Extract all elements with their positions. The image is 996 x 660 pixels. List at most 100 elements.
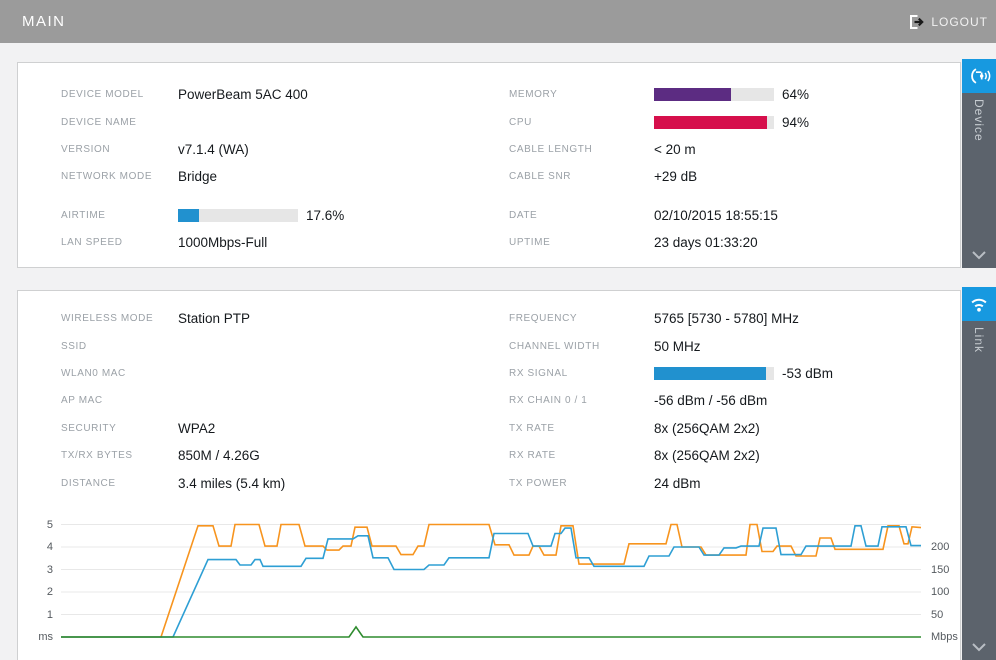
info-row: CABLE SNR +29 dB xyxy=(509,163,954,190)
info-row: RX CHAIN 0 / 1 -56 dBm / -56 dBm xyxy=(509,387,954,414)
info-row: WIRELESS MODE Station PTP xyxy=(61,305,491,332)
row-label: CPU xyxy=(509,116,532,128)
progress-bar xyxy=(178,208,298,222)
row-value: 94% xyxy=(782,114,810,130)
left-axis-label: 1 xyxy=(46,608,53,621)
row-label: DISTANCE xyxy=(61,477,116,489)
row-value: PowerBeam 5AC 400 xyxy=(178,87,308,103)
row-value: 02/10/2015 18:55:15 xyxy=(654,207,778,223)
page-title: MAIN xyxy=(22,13,66,30)
collapse-link-chevron-icon[interactable] xyxy=(971,642,987,652)
left-axis-label: 4 xyxy=(46,541,53,553)
progress-bar xyxy=(654,366,774,380)
row-label: TX POWER xyxy=(509,477,568,489)
row-value: 23 days 01:33:20 xyxy=(654,235,758,251)
row-spacer xyxy=(509,191,954,202)
left-axis-label: ms xyxy=(38,631,53,643)
top-bar: MAIN LOGOUT xyxy=(0,0,996,43)
info-row: RX SIGNAL -53 dBm xyxy=(509,360,954,387)
row-value: v7.1.4 (WA) xyxy=(178,141,249,157)
row-value: 3.4 miles (5.4 km) xyxy=(178,475,286,491)
row-label: VERSION xyxy=(61,143,111,155)
info-row: TX POWER 24 dBm xyxy=(509,469,954,496)
info-row: WLAN0 MAC xyxy=(61,360,491,387)
row-value: < 20 m xyxy=(654,141,696,157)
left-axis-label: 3 xyxy=(46,563,53,576)
airos-main-page: MAIN LOGOUT DEVICE MODEL PowerBeam 5AC 40… xyxy=(0,0,996,660)
info-row: MEMORY 64% xyxy=(509,81,954,108)
row-label: DEVICE MODEL xyxy=(61,89,144,101)
row-value: 1000Mbps-Full xyxy=(178,235,268,251)
logout-icon xyxy=(910,14,925,29)
row-value: 17.6% xyxy=(306,207,345,223)
row-label: SSID xyxy=(61,340,87,352)
row-label: DATE xyxy=(509,209,538,221)
row-label: RX SIGNAL xyxy=(509,367,568,379)
series-line-rx xyxy=(61,525,921,638)
info-row: DISTANCE 3.4 miles (5.4 km) xyxy=(61,469,491,496)
row-value: -53 dBm xyxy=(782,365,834,381)
row-label: DEVICE NAME xyxy=(61,116,137,128)
row-label: AIRTIME xyxy=(61,209,106,221)
row-label: NETWORK MODE xyxy=(61,171,153,183)
info-row: UPTIME 23 days 01:33:20 xyxy=(509,229,954,256)
row-label: CABLE SNR xyxy=(509,171,572,183)
row-label: UPTIME xyxy=(509,237,551,249)
info-row: LAN SPEED 1000Mbps-Full xyxy=(61,229,491,256)
row-label: TX RATE xyxy=(509,422,555,434)
row-value: 24 dBm xyxy=(654,475,701,491)
progress-bar xyxy=(654,88,774,102)
link-wifi-icon[interactable] xyxy=(962,287,996,321)
info-row: TX RATE 8x (256QAM 2x2) xyxy=(509,415,954,442)
collapse-device-chevron-icon[interactable] xyxy=(971,250,987,260)
row-label: WIRELESS MODE xyxy=(61,313,154,325)
info-row: AIRTIME 17.6% xyxy=(61,202,491,229)
row-value: WPA2 xyxy=(178,420,216,436)
info-row: DEVICE MODEL PowerBeam 5AC 400 xyxy=(61,81,491,108)
info-row: CPU 94% xyxy=(509,108,954,135)
info-row: RX RATE 8x (256QAM 2x2) xyxy=(509,442,954,469)
throughput-chart: 54321ms20015010050Mbps Isolated Capacity… xyxy=(18,506,960,660)
row-label: LAN SPEED xyxy=(61,237,123,249)
sidebar-tab-device[interactable]: Device xyxy=(962,59,996,268)
row-spacer xyxy=(61,191,491,202)
row-label: SECURITY xyxy=(61,422,117,434)
row-label: RX CHAIN 0 / 1 xyxy=(509,395,588,407)
link-status-panel: WIRELESS MODE Station PTP SSID WLAN0 MAC AP … xyxy=(17,290,961,660)
row-label: TX/RX BYTES xyxy=(61,450,133,462)
row-value: 64% xyxy=(782,87,810,103)
info-row: DATE 02/10/2015 18:55:15 xyxy=(509,202,954,229)
row-value: 8x (256QAM 2x2) xyxy=(654,420,760,436)
device-status-panel: DEVICE MODEL PowerBeam 5AC 400 DEVICE NAME… xyxy=(17,62,961,268)
row-label: CHANNEL WIDTH xyxy=(509,340,600,352)
row-label: MEMORY xyxy=(509,89,558,101)
progress-bar xyxy=(654,115,774,129)
row-label: WLAN0 MAC xyxy=(61,367,126,379)
row-label: FREQUENCY xyxy=(509,313,578,325)
sidebar-tab-link[interactable]: Link xyxy=(962,287,996,660)
link-tab-label: Link xyxy=(972,327,986,354)
left-axis-label: 5 xyxy=(46,518,53,531)
chart-plot-area xyxy=(61,523,921,638)
device-tab-label: Device xyxy=(972,99,986,142)
info-row: AP MAC xyxy=(61,387,491,414)
row-label: CABLE LENGTH xyxy=(509,143,593,155)
row-label: AP MAC xyxy=(61,395,103,407)
info-row: NETWORK MODE Bridge xyxy=(61,163,491,190)
logout-button[interactable]: LOGOUT xyxy=(908,0,988,43)
device-antenna-icon[interactable] xyxy=(962,59,996,93)
row-value: Station PTP xyxy=(178,311,251,327)
info-row: DEVICE NAME xyxy=(61,108,491,135)
row-value: +29 dB xyxy=(654,169,698,185)
series-line-tx xyxy=(61,523,921,638)
info-row: VERSION v7.1.4 (WA) xyxy=(61,136,491,163)
row-value: 5765 [5730 - 5780] MHz xyxy=(654,311,799,327)
info-row: CABLE LENGTH < 20 m xyxy=(509,136,954,163)
info-row: TX/RX BYTES 850M / 4.26G xyxy=(61,442,491,469)
left-axis-label: 2 xyxy=(46,586,53,598)
info-row: FREQUENCY 5765 [5730 - 5780] MHz xyxy=(509,305,954,332)
info-row: SECURITY WPA2 xyxy=(61,415,491,442)
info-row: CHANNEL WIDTH 50 MHz xyxy=(509,332,954,359)
row-value: 50 MHz xyxy=(654,338,701,354)
series-line-latency xyxy=(61,625,921,638)
